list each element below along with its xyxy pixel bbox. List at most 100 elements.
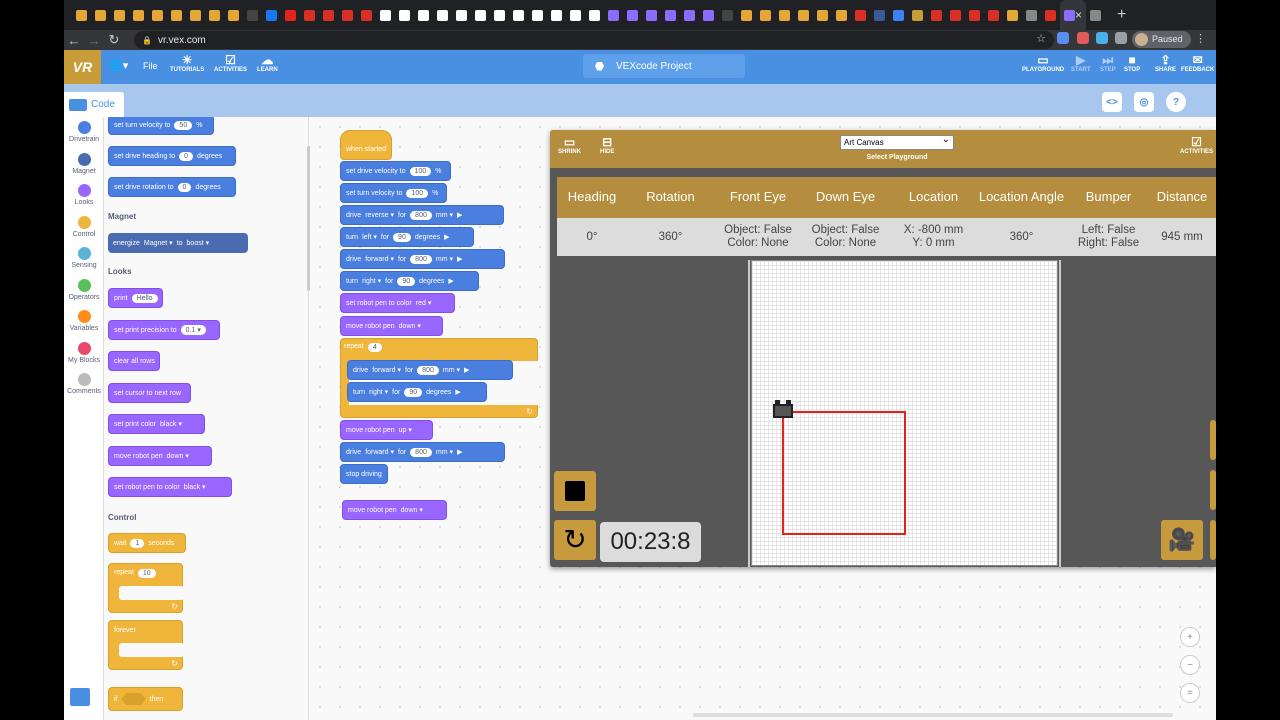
zoom-out-icon[interactable]: −	[1180, 655, 1200, 675]
browser-tab[interactable]	[281, 0, 300, 30]
reload-icon[interactable]: ↻	[104, 32, 124, 48]
category-comments[interactable]: Comments	[64, 373, 104, 395]
browser-tab[interactable]	[262, 0, 281, 30]
palette-block-next-row[interactable]: set cursor to next row	[108, 383, 191, 403]
bookmark-star-icon[interactable]: ☆	[1036, 32, 1046, 45]
browser-tab[interactable]	[490, 0, 509, 30]
close-tab-icon[interactable]: ×	[1075, 8, 1082, 22]
hide-button[interactable]: ⊟ HIDE	[600, 136, 614, 156]
browser-tab[interactable]	[623, 0, 642, 30]
reset-button[interactable]: ↻	[554, 520, 596, 560]
browser-tab[interactable]	[661, 0, 680, 30]
workspace-scrollbar[interactable]	[693, 713, 1173, 717]
browser-tab[interactable]	[585, 0, 604, 30]
browser-tab[interactable]	[851, 0, 870, 30]
start-button[interactable]: ▶ START	[1071, 53, 1091, 73]
new-tab-icon[interactable]: +	[1117, 6, 1126, 24]
browser-tab[interactable]	[927, 0, 946, 30]
browser-tab[interactable]	[357, 0, 376, 30]
category-magnet[interactable]: Magnet	[64, 153, 104, 175]
browser-tab[interactable]	[756, 0, 775, 30]
palette-block-print[interactable]: print Hello	[108, 288, 163, 308]
palette-block-print-color[interactable]: set print color black	[108, 414, 205, 434]
back-icon[interactable]: ←	[64, 33, 84, 48]
palette-block-print-precision[interactable]: set print precision to 0.1	[108, 320, 220, 340]
learn-button[interactable]: ☁ LEARN	[257, 53, 278, 73]
share-button[interactable]: ⇪ SHARE	[1155, 53, 1176, 73]
browser-tab[interactable]	[148, 0, 167, 30]
browser-tab[interactable]	[129, 0, 148, 30]
loose-block-pen-down[interactable]: move robot pen down	[342, 500, 447, 520]
play-icon[interactable]: ▶	[444, 233, 449, 241]
script-block-turn-right[interactable]: turnrightfor90degrees▶	[340, 271, 479, 291]
script-block-turn-velocity[interactable]: set turn velocity to 100%	[340, 183, 447, 203]
script-block-drive-velocity[interactable]: set drive velocity to 100%	[340, 161, 451, 181]
play-icon[interactable]: ▶	[457, 211, 462, 219]
browser-tab[interactable]	[718, 0, 737, 30]
palette-block-repeat[interactable]: repeat 10 ↻	[108, 563, 184, 613]
step-button[interactable]: ⏭ STEP	[1100, 53, 1116, 73]
browser-tab[interactable]	[832, 0, 851, 30]
browser-tab[interactable]	[604, 0, 623, 30]
browser-tab[interactable]	[471, 0, 490, 30]
palette-block-drive-rotation[interactable]: set drive rotation to 0 degrees	[108, 177, 236, 197]
palette-block-clear-rows[interactable]: clear all rows	[108, 351, 160, 371]
project-name[interactable]: VEXcode Project	[583, 54, 745, 78]
profile-button[interactable]: Paused	[1132, 31, 1191, 48]
browser-tab[interactable]	[528, 0, 547, 30]
menu-icon[interactable]: ⋮	[1195, 32, 1206, 45]
browser-tab[interactable]	[908, 0, 927, 30]
browser-tab[interactable]	[433, 0, 452, 30]
help-icon[interactable]: ?	[1166, 92, 1186, 112]
browser-tab[interactable]	[794, 0, 813, 30]
playground-button[interactable]: ▭ PLAYGROUND	[1022, 53, 1064, 73]
activities-button[interactable]: ☑ ACTIVITIES	[1180, 136, 1213, 156]
side-control[interactable]	[1210, 520, 1216, 560]
category-variables[interactable]: Variables	[64, 310, 104, 332]
play-icon[interactable]: ▶	[464, 366, 469, 374]
script-block-pen-down[interactable]: move robot pen down	[340, 316, 443, 336]
zoom-reset-icon[interactable]: =	[1180, 683, 1200, 703]
browser-tab[interactable]	[376, 0, 395, 30]
script-block-drive-forward[interactable]: driveforwardfor800mm▶	[340, 249, 505, 269]
browser-tab[interactable]	[547, 0, 566, 30]
stop-project-button[interactable]	[554, 471, 596, 511]
playground-select[interactable]: Art Canvas	[840, 133, 954, 150]
browser-tab[interactable]	[642, 0, 661, 30]
camera-button[interactable]: 🎥	[1161, 520, 1203, 560]
when-started-block[interactable]: when started	[340, 130, 392, 160]
browser-tab[interactable]	[1041, 0, 1060, 30]
extension-icon[interactable]	[1096, 32, 1108, 44]
browser-tab[interactable]	[91, 0, 110, 30]
browser-tab[interactable]	[509, 0, 528, 30]
browser-tab[interactable]	[167, 0, 186, 30]
script-block-turn-left[interactable]: turnleftfor90degrees▶	[340, 227, 474, 247]
script-block-pen-color[interactable]: set robot pen to color red	[340, 293, 455, 313]
browser-tab[interactable]	[395, 0, 414, 30]
category-operators[interactable]: Operators	[64, 279, 104, 301]
zoom-in-icon[interactable]: +	[1180, 627, 1200, 647]
browser-tab[interactable]	[889, 0, 908, 30]
browser-tab[interactable]: ×	[1060, 0, 1086, 30]
side-control[interactable]	[1210, 420, 1216, 460]
browser-tab[interactable]	[186, 0, 205, 30]
side-control[interactable]	[1210, 470, 1216, 510]
browser-tab[interactable]	[680, 0, 699, 30]
tutorials-button[interactable]: ☀ TUTORIALS	[170, 53, 204, 73]
browser-tab[interactable]	[414, 0, 433, 30]
script-block-drive-reverse[interactable]: drivereversefor800mm▶	[340, 205, 504, 225]
browser-tab[interactable]	[1086, 0, 1105, 30]
dashboard-icon[interactable]: ◎	[1134, 92, 1154, 112]
browser-tab[interactable]	[72, 0, 91, 30]
feedback-button[interactable]: ✉ FEEDBACK	[1181, 53, 1214, 73]
puzzle-icon[interactable]	[1115, 32, 1127, 44]
address-bar[interactable]: 🔒 vr.vex.com ☆	[134, 31, 1054, 49]
script-block-repeat-drive[interactable]: driveforwardfor800mm▶	[347, 360, 513, 380]
browser-tab[interactable]	[319, 0, 338, 30]
palette-block-wait[interactable]: wait 1 seconds	[108, 533, 186, 553]
stop-button[interactable]: ■ STOP	[1124, 53, 1140, 73]
category-drivetrain[interactable]: Drivetrain	[64, 121, 104, 143]
extension-icon[interactable]	[1077, 32, 1089, 44]
script-block-pen-up[interactable]: move robot pen up	[340, 420, 433, 440]
browser-tab[interactable]	[205, 0, 224, 30]
